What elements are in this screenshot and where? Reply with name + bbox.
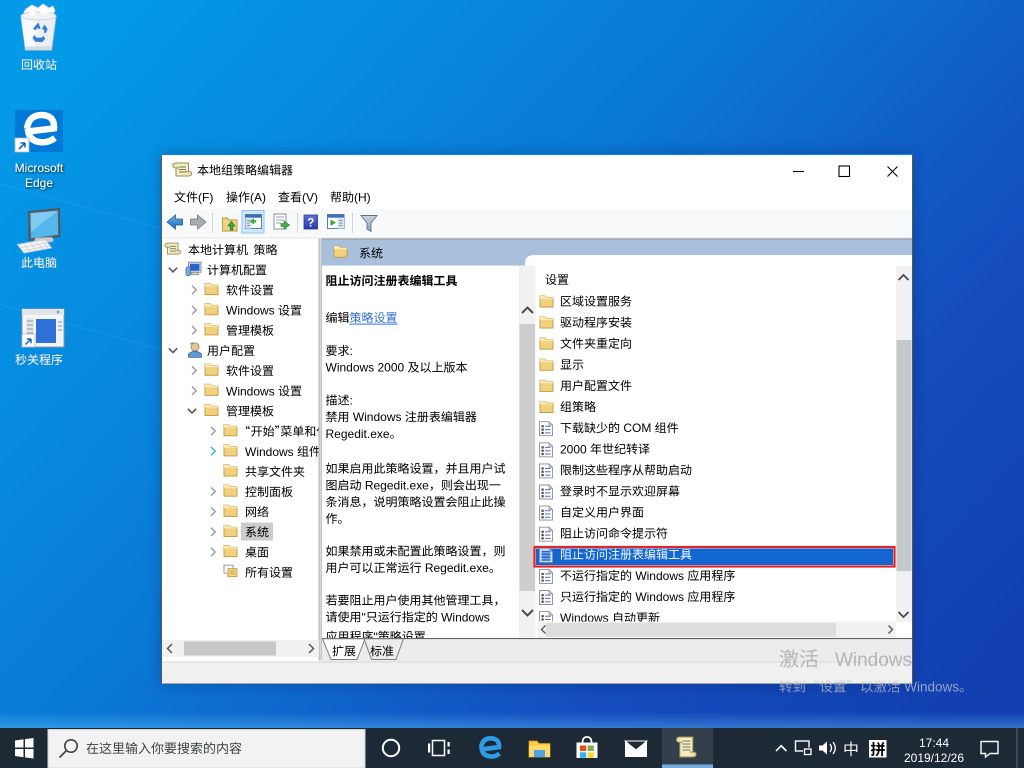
svg-text:": " [362, 610, 366, 624]
svg-text:2000: 2000 [560, 442, 587, 456]
svg-text:Windows: Windows [635, 569, 684, 583]
svg-text:Windows: Windows [835, 650, 912, 671]
svg-text:Windows: Windows [226, 304, 275, 318]
svg-text:(V): (V) [302, 191, 318, 205]
svg-text:(F): (F) [198, 191, 213, 205]
svg-text:Windows: Windows [441, 610, 490, 624]
svg-text:2019/12/26: 2019/12/26 [904, 751, 964, 765]
svg-text:Windows: Windows [353, 410, 402, 424]
svg-text:Microsoft: Microsoft [15, 161, 64, 175]
svg-text:Windows: Windows [245, 445, 294, 459]
svg-text::: : [350, 394, 353, 408]
svg-text:COM: COM [623, 421, 651, 435]
svg-text:Windows: Windows [904, 680, 959, 695]
svg-text:Edge: Edge [25, 176, 53, 190]
svg-text:(H): (H) [354, 191, 371, 205]
svg-text::: : [350, 344, 353, 358]
svg-text:17:44: 17:44 [919, 736, 949, 750]
svg-text:Regedit.exe: Regedit.exe [365, 479, 429, 493]
svg-text:Windows: Windows [635, 590, 684, 604]
svg-text:?: ? [307, 218, 314, 230]
svg-text:(A): (A) [250, 191, 266, 205]
svg-text:Windows 2000: Windows 2000 [326, 361, 405, 375]
svg-text:Windows: Windows [226, 384, 275, 398]
svg-text:Regedit.exe: Regedit.exe [425, 561, 489, 575]
svg-text:Regedit.exe: Regedit.exe [326, 427, 390, 441]
